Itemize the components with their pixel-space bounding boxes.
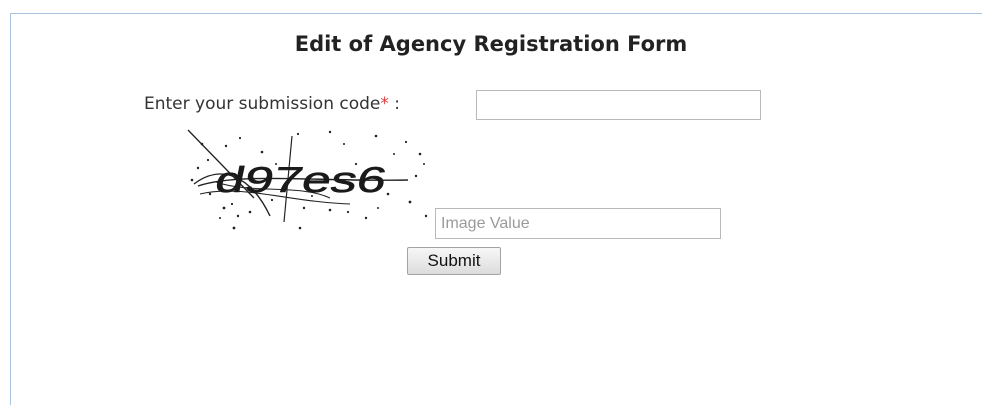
submission-code-input[interactable] xyxy=(476,90,761,120)
captcha-image: d97es6 xyxy=(187,129,428,230)
submit-button[interactable]: Submit xyxy=(407,247,501,275)
page-title: Edit of Agency Registration Form xyxy=(294,32,688,56)
submission-code-label-text: Enter your submission code xyxy=(144,94,381,114)
required-asterisk: * xyxy=(380,94,389,114)
submission-code-label: Enter your submission code* : xyxy=(144,94,400,114)
image-value-input[interactable] xyxy=(435,208,721,239)
label-separator: : xyxy=(388,94,401,114)
captcha-text: d97es6 xyxy=(212,159,391,200)
